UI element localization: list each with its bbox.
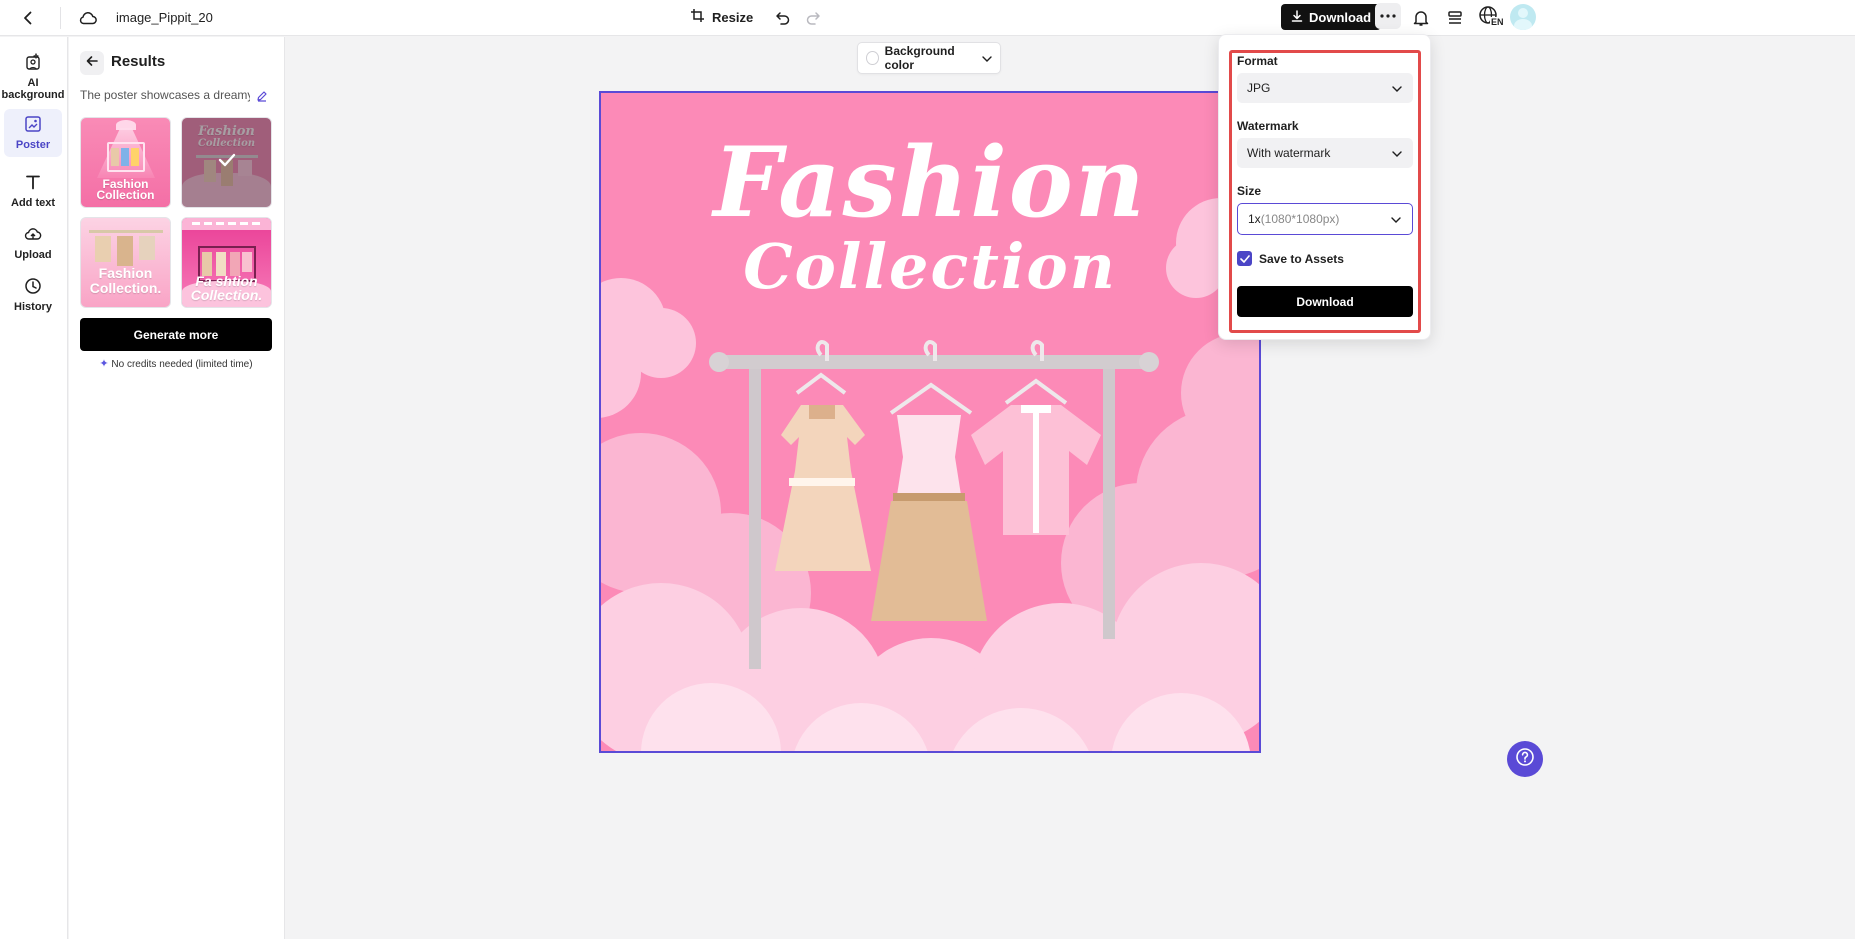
- result-thumbnail-3[interactable]: Fashion Collection.: [80, 217, 171, 308]
- thumbnail-4-title-line-2: Collection.: [190, 287, 263, 303]
- selected-check-icon: [218, 153, 236, 172]
- poster-title-line-2: Collection: [743, 230, 1117, 303]
- resize-button[interactable]: Resize: [690, 8, 753, 27]
- save-to-assets-row: Save to Assets: [1237, 251, 1344, 266]
- background-color-label: Background color: [884, 44, 955, 72]
- cloud-sync-icon[interactable]: [74, 4, 102, 32]
- format-label: Format: [1237, 54, 1278, 68]
- confirm-download-button[interactable]: Download: [1237, 286, 1413, 317]
- download-button[interactable]: Download: [1281, 4, 1382, 30]
- top-bar: image_Pippit_20 Resize Download EN: [0, 0, 1855, 36]
- more-options-icon[interactable]: [1375, 3, 1401, 29]
- layers-icon[interactable]: [1441, 4, 1469, 32]
- language-selector[interactable]: EN: [1478, 5, 1506, 29]
- rail-label-poster: Poster: [15, 139, 51, 151]
- result-thumbnail-4[interactable]: Fa shtion Collection.: [181, 217, 272, 308]
- language-badge: EN: [1490, 17, 1505, 27]
- rail-label-add-text: Add text: [11, 197, 55, 209]
- credits-note: ✦ No credits needed (limited time): [80, 357, 272, 370]
- rail-item-ai-background[interactable]: AI background: [1, 47, 65, 107]
- rail-label-ai-background: AI background: [1, 77, 65, 101]
- help-button[interactable]: [1507, 741, 1543, 777]
- watermark-select[interactable]: With watermark: [1237, 138, 1413, 168]
- size-value-main: 1x: [1248, 212, 1261, 226]
- poster-icon: [24, 115, 42, 136]
- divider: [60, 7, 61, 29]
- size-select[interactable]: 1x(1080*1080px): [1237, 203, 1413, 235]
- rail-label-upload: Upload: [14, 249, 52, 261]
- rail-item-add-text[interactable]: Add text: [4, 167, 62, 215]
- format-value: JPG: [1247, 81, 1271, 95]
- text-icon: [24, 173, 42, 194]
- resize-icon: [690, 8, 706, 27]
- color-swatch: [866, 51, 879, 65]
- download-icon: [1291, 9, 1303, 25]
- rail-item-poster[interactable]: Poster: [4, 109, 62, 157]
- avatar[interactable]: [1510, 4, 1536, 30]
- size-value-detail: (1080*1080px): [1260, 212, 1340, 226]
- chevron-down-icon: [1391, 212, 1401, 226]
- size-label: Size: [1237, 184, 1262, 198]
- tool-rail: AI background Poster Add text Upload His…: [0, 37, 68, 939]
- result-thumbnail-2[interactable]: Fashion Collection: [181, 117, 272, 208]
- clock-icon: [24, 277, 42, 298]
- rail-item-upload[interactable]: Upload: [4, 219, 62, 267]
- watermark-label: Watermark: [1237, 119, 1299, 133]
- chevron-down-icon: [1392, 146, 1402, 160]
- download-label: Download: [1309, 9, 1372, 25]
- panel-title: Results: [111, 53, 166, 70]
- ai-background-icon: [24, 52, 42, 74]
- credits-note-text: No credits needed (limited time): [111, 359, 253, 370]
- panel-back-button[interactable]: [80, 51, 104, 75]
- results-panel: Results The poster showcases a dreamy...…: [69, 37, 285, 939]
- undo-icon[interactable]: [769, 4, 797, 32]
- prompt-text: The poster showcases a dreamy...: [80, 88, 250, 102]
- watermark-value: With watermark: [1247, 146, 1331, 160]
- poster-canvas[interactable]: Fashion Collection: [599, 91, 1261, 753]
- back-arrow-icon[interactable]: [14, 4, 42, 32]
- generate-more-button[interactable]: Generate more: [80, 318, 272, 351]
- question-icon: [1515, 747, 1535, 772]
- result-thumbnail-1[interactable]: Fashion Collection: [80, 117, 171, 208]
- save-to-assets-checkbox[interactable]: [1237, 251, 1252, 266]
- format-select[interactable]: JPG: [1237, 73, 1413, 103]
- arrow-left-icon: [85, 54, 99, 73]
- bell-icon[interactable]: [1407, 4, 1435, 32]
- poster-title-line-1: Fashion: [713, 126, 1147, 239]
- chevron-down-icon: [1392, 81, 1402, 95]
- size-value: 1x(1080*1080px): [1248, 212, 1339, 226]
- rail-item-history[interactable]: History: [4, 271, 62, 319]
- chevron-down-icon: [982, 51, 992, 65]
- background-color-picker[interactable]: Background color: [857, 42, 1001, 74]
- edit-pencil-icon[interactable]: [256, 89, 268, 107]
- redo-icon[interactable]: [799, 4, 827, 32]
- save-to-assets-label: Save to Assets: [1259, 251, 1344, 266]
- file-name[interactable]: image_Pippit_20: [116, 10, 213, 25]
- sparkle-icon: ✦: [99, 358, 109, 370]
- resize-label: Resize: [712, 10, 754, 25]
- download-dropdown: Format JPG Watermark With watermark Size…: [1218, 34, 1431, 340]
- thumbnail-3-title-line-1: Fashion: [98, 265, 153, 281]
- thumbnail-3-title-line-2: Collection.: [89, 280, 162, 296]
- thumbnail-1-title-line-2: Collection: [96, 188, 155, 202]
- upload-cloud-icon: [24, 225, 42, 246]
- rail-label-history: History: [14, 301, 52, 313]
